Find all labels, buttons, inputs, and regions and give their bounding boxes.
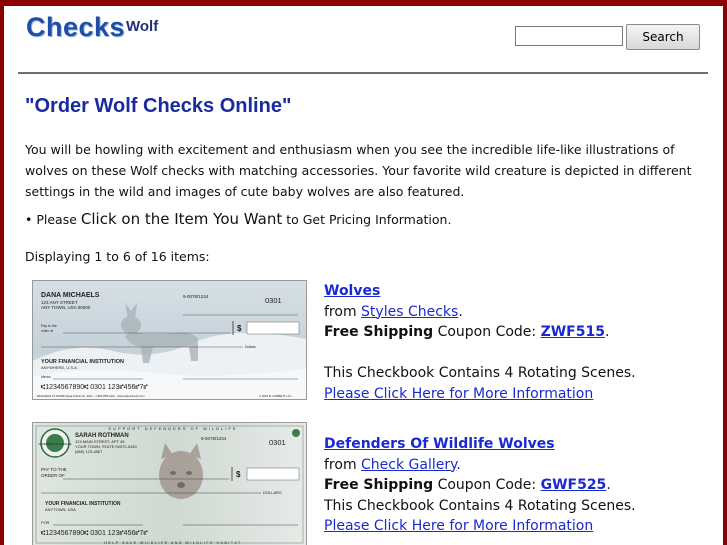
check-address-2: ANY TOWN, USA 00000	[41, 305, 91, 310]
site-logo[interactable]: Checks	[26, 12, 125, 43]
search-input[interactable]	[515, 26, 623, 46]
source-link[interactable]: Styles Checks	[361, 304, 458, 320]
coupon-label: Coupon Code:	[433, 477, 541, 493]
intro-paragraph: You will be howling with excitement and …	[25, 142, 692, 199]
from-label: from	[324, 456, 362, 473]
check-bottom-banner: HELP SAVE WILDLIFE AND WILDLIFE HABITAT	[104, 541, 241, 545]
coupon-period: .	[604, 324, 610, 340]
source-link[interactable]: Check Gallery	[361, 457, 456, 473]
seal-text: DEFENDERS OF WILDLIFE	[38, 442, 71, 446]
check-dollars-label: DOLLARS	[263, 490, 282, 495]
coupon-period: .	[606, 477, 611, 493]
check-pay-to: Pay to the	[41, 324, 57, 328]
check-order-of: ORDER OF	[41, 473, 65, 478]
check-dollar-sign: $	[237, 324, 242, 333]
check-copyright: © 2001 B. CORBETT LLC	[259, 394, 291, 398]
product-description: This Checkbook Contains 4 Rotating Scene…	[324, 497, 636, 514]
instruction-prefix: • Please	[25, 212, 81, 227]
instruction-line: • Please Click on the Item You Want to G…	[25, 210, 451, 228]
product-item-2: Defenders Of Wildlife Wolves from Check …	[324, 434, 714, 537]
instruction-suffix: to Get Pricing Information.	[282, 212, 452, 227]
check-footer: MICHAELS AT WORK Dana Check Co. 2011 · 1…	[37, 394, 145, 398]
check-routing: 9-0078/1234	[183, 294, 209, 299]
check-phone: (860) 123-4567	[75, 449, 103, 454]
product-item-1: Wolves from Styles Checks. Free Shipping…	[324, 281, 714, 404]
check-dollar-sign: $	[236, 470, 241, 479]
check-number: 0301	[265, 296, 282, 305]
check-bank-city: ANYTOWN, USA	[45, 507, 76, 512]
check-number: 0301	[269, 438, 286, 447]
coupon-label: Coupon Code:	[433, 324, 541, 340]
page-title: "Order Wolf Checks Online"	[25, 95, 292, 117]
check-micr: ⑆1234567890⑆ 0301 123⑈456⑈7⑈	[41, 530, 148, 537]
results-count: Displaying 1 to 6 of 16 items:	[25, 249, 210, 264]
check-name: DANA MICHAELS	[41, 292, 100, 299]
coupon-code-link[interactable]: GWF525	[541, 477, 607, 493]
from-label: from	[324, 303, 362, 320]
more-info-link[interactable]: Please Click Here for More Information	[324, 386, 593, 402]
check-memo: FOR	[41, 520, 50, 525]
check-illustration: DEFENDERS OF WILDLIFE SUPPORT DEFENDERS …	[33, 423, 306, 545]
product-title-link[interactable]: Defenders Of Wildlife Wolves	[324, 436, 555, 452]
coupon-code-link[interactable]: ZWF515	[541, 324, 605, 340]
check-order-of: order of	[41, 329, 53, 333]
free-shipping-label: Free Shipping	[324, 477, 434, 493]
check-pay-to: PAY TO THE	[41, 467, 67, 472]
check-illustration: DANA MICHAELS 123 ANY STREET ANY TOWN, U…	[33, 281, 306, 399]
product-image-defenders-wolves[interactable]: DEFENDERS OF WILDLIFE SUPPORT DEFENDERS …	[32, 422, 307, 545]
check-micr: ⑆1234567890⑆ 0301 123⑈456⑈7⑈	[41, 384, 148, 391]
header-divider	[18, 72, 708, 74]
product-image-wolves[interactable]: DANA MICHAELS 123 ANY STREET ANY TOWN, U…	[32, 280, 307, 400]
product-description: This Checkbook Contains 4 Rotating Scene…	[324, 365, 636, 381]
free-shipping-label: Free Shipping	[324, 324, 434, 340]
check-routing: 9-0078/1234	[201, 436, 227, 441]
product-title-link[interactable]: Wolves	[324, 283, 380, 299]
check-memo: Memo	[41, 375, 51, 379]
check-bank-city: ANYWHERE, U.S.A.	[41, 365, 78, 370]
check-dollars-label: Dollars	[245, 345, 256, 349]
search-button[interactable]: Search	[626, 24, 700, 50]
more-info-link[interactable]: Please Click Here for More Information	[324, 518, 593, 534]
instruction-emphasis: Click on the Item You Want	[80, 210, 283, 228]
source-period: .	[458, 303, 463, 320]
site-subtitle: Wolf	[126, 18, 159, 35]
source-period: .	[456, 456, 461, 473]
check-top-banner: SUPPORT DEFENDERS OF WILDLIFE	[108, 426, 237, 431]
